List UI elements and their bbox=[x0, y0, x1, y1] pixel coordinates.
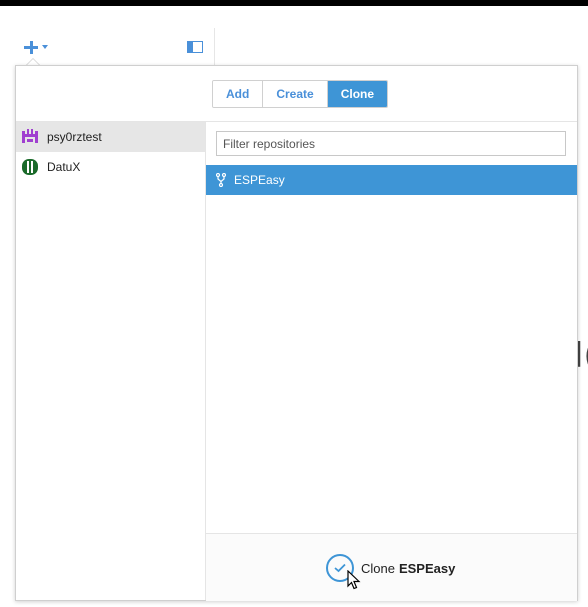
popover-arrow bbox=[26, 58, 40, 65]
clone-button-prefix: Clone bbox=[361, 560, 395, 576]
tab-add[interactable]: Add bbox=[213, 81, 264, 107]
filter-repositories-input[interactable] bbox=[216, 131, 566, 156]
accounts-list: psy0rztest DatuX bbox=[16, 122, 206, 600]
toolbar-left bbox=[24, 40, 48, 54]
account-item-psy0rztest[interactable]: psy0rztest bbox=[16, 122, 205, 152]
identicon-avatar bbox=[22, 129, 38, 143]
repository-list: ESPEasy bbox=[206, 165, 577, 195]
popover-tabs-bar: Add Create Clone bbox=[16, 66, 577, 122]
add-menu-button[interactable] bbox=[24, 40, 48, 54]
account-name: psy0rztest bbox=[47, 130, 102, 144]
sidebar-toggle-icon[interactable] bbox=[187, 41, 203, 53]
chevron-down-icon bbox=[42, 45, 48, 49]
mouse-cursor-icon bbox=[347, 570, 361, 590]
repository-item-espeasy[interactable]: ESPEasy bbox=[206, 165, 577, 195]
clone-button[interactable]: Clone ESPEasy bbox=[326, 554, 455, 582]
account-name: DatuX bbox=[47, 160, 81, 174]
repositories-pane: ESPEasy Clone ESPEasy bbox=[206, 122, 577, 601]
segmented-control: Add Create Clone bbox=[212, 80, 389, 108]
toolbar-divider bbox=[214, 28, 215, 66]
app-window: l( Add Create Clone psy0rztest bbox=[0, 6, 588, 607]
identicon-avatar bbox=[22, 159, 38, 175]
plus-icon bbox=[24, 40, 38, 54]
tab-clone[interactable]: Clone bbox=[327, 81, 388, 107]
clone-button-repo: ESPEasy bbox=[398, 560, 456, 576]
account-item-datux[interactable]: DatuX bbox=[16, 152, 205, 182]
clone-action-bar: Clone ESPEasy bbox=[206, 533, 577, 601]
repository-name: ESPEasy bbox=[234, 173, 285, 187]
tab-create[interactable]: Create bbox=[263, 81, 328, 107]
clone-popover: Add Create Clone psy0rztest DatuX Filter… bbox=[15, 65, 578, 601]
fork-icon bbox=[216, 173, 226, 187]
